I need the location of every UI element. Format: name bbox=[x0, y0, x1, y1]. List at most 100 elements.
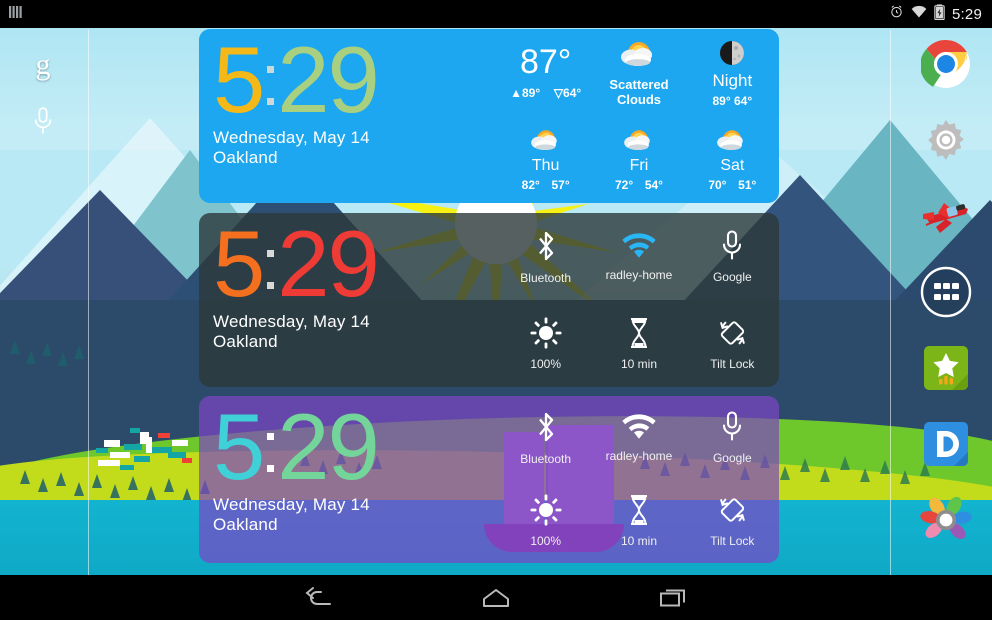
hourglass-icon bbox=[630, 495, 647, 526]
widget-date: Wednesday, May 14 bbox=[213, 495, 370, 515]
forecast-day-temps: 82° 57° bbox=[522, 178, 570, 192]
app-icon-airplane[interactable] bbox=[918, 188, 974, 244]
toggle-brightness[interactable]: 100% bbox=[499, 300, 592, 387]
airplane-icon bbox=[923, 203, 968, 233]
low-temp: ▽64° bbox=[553, 86, 582, 100]
signal-bars-icon bbox=[8, 4, 24, 25]
home-icon bbox=[482, 588, 509, 607]
forecast-day-name: Fri bbox=[629, 157, 649, 174]
tree-icon bbox=[74, 345, 84, 359]
toggle-label: Google bbox=[712, 451, 752, 466]
high-temp: ▲89° bbox=[510, 86, 541, 100]
battery-charging-icon bbox=[934, 3, 945, 25]
android-home-screen: 5:29 g 5 29 Wednesday, May 14 Oakland 87… bbox=[0, 0, 992, 620]
toggle-wifi[interactable]: radley-home bbox=[592, 213, 685, 300]
toggle-label: 100% bbox=[530, 356, 562, 371]
voice-search-button[interactable] bbox=[18, 94, 68, 152]
google-g-icon: g bbox=[35, 48, 51, 81]
forecast-day-name: Sat bbox=[720, 157, 745, 174]
nav-back-button[interactable] bbox=[289, 578, 349, 618]
toggle-brightness[interactable]: 100% bbox=[499, 480, 592, 564]
tree-icon bbox=[110, 484, 120, 498]
google-search-button[interactable]: g bbox=[18, 36, 68, 94]
nav-home-button[interactable] bbox=[466, 578, 526, 618]
widget-date: Wednesday, May 14 bbox=[213, 128, 370, 148]
nav-recents-button[interactable] bbox=[643, 578, 703, 618]
toggles-widget-purple[interactable]: 5 29 Wednesday, May 14 Oakland Bluetooth… bbox=[199, 396, 779, 563]
weather-panel[interactable]: 87° ▲89° ▽64° Scattered Clouds Night 89°… bbox=[499, 29, 779, 203]
toggle-label: Tilt Lock bbox=[710, 356, 755, 371]
recent-apps-icon bbox=[660, 589, 686, 606]
status-bar-left bbox=[0, 4, 24, 25]
app-icon-chrome[interactable] bbox=[918, 36, 974, 92]
toggle-label: radley-home bbox=[605, 267, 673, 282]
alarm-clock-icon bbox=[889, 4, 904, 24]
condition-cell: Scattered Clouds bbox=[592, 29, 685, 116]
clock-minutes: 29 bbox=[277, 29, 380, 132]
app-icon-settings[interactable] bbox=[918, 112, 974, 168]
toggle-bluetooth[interactable]: Bluetooth bbox=[499, 396, 592, 480]
tree-icon bbox=[880, 460, 890, 474]
clock-hours: 5 bbox=[213, 396, 265, 499]
toggle-timeout[interactable]: 10 min bbox=[592, 480, 685, 564]
forecast-high: 70° bbox=[708, 178, 727, 192]
microphone-icon bbox=[723, 411, 742, 441]
toggles-widget-dark[interactable]: 5 29 Wednesday, May 14 Oakland Bluetooth… bbox=[199, 213, 779, 387]
brightness-sun-icon bbox=[530, 494, 562, 526]
toggle-voice[interactable]: Google bbox=[686, 213, 779, 300]
status-bar-clock: 5:29 bbox=[952, 5, 982, 23]
purple-widget-clock-area: 5 29 Wednesday, May 14 Oakland bbox=[199, 396, 499, 563]
toggle-label: Bluetooth bbox=[520, 270, 572, 285]
app-drawer-button[interactable] bbox=[918, 264, 974, 320]
app-icon-d[interactable] bbox=[918, 416, 974, 472]
forecast-day-cell: Thu 82° 57° bbox=[499, 116, 592, 203]
clock-display: 5 29 bbox=[213, 29, 499, 132]
weather-clock-widget[interactable]: 5 29 Wednesday, May 14 Oakland 87° ▲89° … bbox=[199, 29, 779, 203]
moon-icon bbox=[720, 40, 745, 65]
toggles-panel[interactable]: Bluetooth radley-home Google 100% 10 min… bbox=[499, 213, 779, 387]
toggle-rotation[interactable]: Tilt Lock bbox=[686, 480, 779, 564]
microphone-icon bbox=[32, 106, 54, 141]
toggle-label: Tilt Lock bbox=[710, 534, 755, 549]
app-icon-star-chart[interactable] bbox=[918, 340, 974, 396]
tree-icon bbox=[860, 468, 870, 482]
forecast-low: 51° bbox=[738, 178, 757, 192]
toggle-bluetooth[interactable]: Bluetooth bbox=[499, 213, 592, 300]
forecast-day-cell: Sat 70° 51° bbox=[686, 116, 779, 203]
toggle-wifi[interactable]: radley-home bbox=[592, 396, 685, 480]
forecast-high: 82° bbox=[521, 178, 540, 192]
tree-icon bbox=[128, 476, 138, 490]
page-separator-right bbox=[890, 30, 891, 575]
forecast-low: 54° bbox=[644, 178, 663, 192]
village-block bbox=[110, 452, 130, 458]
weather-widget-clock-area: 5 29 Wednesday, May 14 Oakland bbox=[199, 29, 499, 203]
microphone-icon bbox=[723, 230, 742, 260]
tree-icon bbox=[56, 472, 66, 486]
tree-icon bbox=[10, 340, 20, 354]
village-block bbox=[172, 440, 188, 446]
app-icon-gallery[interactable] bbox=[918, 492, 974, 548]
status-bar-right: 5:29 bbox=[889, 3, 992, 25]
sun-behind-cloud-icon bbox=[620, 42, 652, 66]
tree-icon bbox=[20, 470, 30, 484]
wifi-icon bbox=[622, 232, 656, 258]
village-block bbox=[140, 432, 149, 444]
toggle-voice[interactable]: Google bbox=[686, 396, 779, 480]
current-temperature: 87° bbox=[519, 43, 572, 81]
village-block bbox=[98, 460, 120, 466]
tree-icon bbox=[164, 478, 174, 492]
period-temps: 89° 64° bbox=[712, 93, 753, 108]
clock-display: 5 29 bbox=[213, 396, 499, 499]
toggle-rotation[interactable]: Tilt Lock bbox=[686, 300, 779, 387]
clock-minutes: 29 bbox=[277, 396, 380, 499]
toggle-timeout[interactable]: 10 min bbox=[592, 300, 685, 387]
toggles-panel[interactable]: Bluetooth radley-home Google 100% 10 min… bbox=[499, 396, 779, 563]
forecast-low: 57° bbox=[551, 178, 570, 192]
toggle-label: 10 min bbox=[620, 356, 657, 371]
tree-icon bbox=[38, 478, 48, 492]
wifi-icon bbox=[911, 5, 927, 23]
high-low-temps: ▲89° ▽64° bbox=[510, 86, 581, 100]
period-cell: Night 89° 64° bbox=[686, 29, 779, 116]
village-block bbox=[158, 433, 170, 438]
star-chart-icon bbox=[924, 346, 968, 390]
